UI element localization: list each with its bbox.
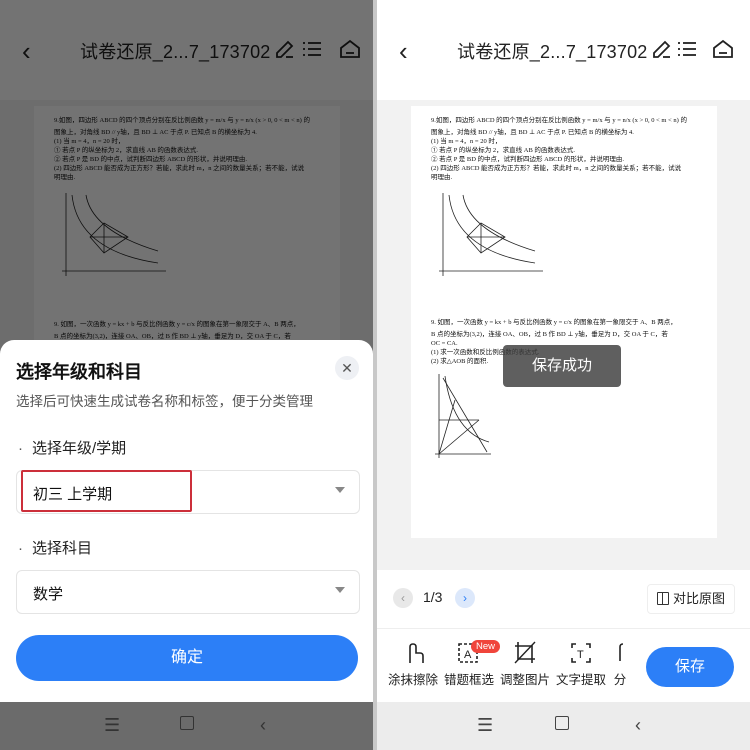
list-icon[interactable] xyxy=(675,37,699,61)
left-screen: ‹ 试卷还原_2...7_173702 9.如图，四边形 ABCD 的四个顶点分… xyxy=(0,0,373,750)
crop-icon xyxy=(514,641,536,664)
function-graph-figure xyxy=(439,193,543,276)
caret-down-icon xyxy=(335,587,345,593)
save-button[interactable]: 保存 xyxy=(646,647,734,687)
paper-preview-area: 9.如图，四边形 ABCD 的四个顶点分别在反比例函数 y = m/x 与 y … xyxy=(377,100,750,570)
system-nav-bar: ☰ ‹ xyxy=(0,702,373,750)
document-title: 试卷还原_2...7_173702 xyxy=(457,42,648,62)
grade-section-label: · 选择年级/学期 xyxy=(18,440,127,457)
paper-text: ① 若点 P 的纵坐标为 2，求直线 AB 的函数表达式. xyxy=(431,147,576,154)
paper-text: 9.如图，四边形 ABCD 的四个顶点分别在反比例函数 y = m/x 与 y … xyxy=(431,117,687,124)
paper-text: OC = CA. xyxy=(431,340,458,347)
hand-pointer-icon xyxy=(409,643,424,663)
highlight-annotation-box xyxy=(21,470,192,512)
paper-text: 明理由. xyxy=(431,174,453,181)
back-button[interactable]: ‹ xyxy=(399,38,408,64)
prev-page-button[interactable]: ‹ xyxy=(393,588,413,608)
save-success-toast: 保存成功 xyxy=(503,345,621,387)
triangle-back-icon[interactable]: ‹ xyxy=(260,715,266,736)
exam-paper: 9.如图，四边形 ABCD 的四个顶点分别在反比例函数 y = m/x 与 y … xyxy=(411,106,717,538)
smear-erase-tool[interactable]: 涂抹擦除 xyxy=(386,639,440,688)
sheet-title: 选择年级和科目 xyxy=(16,362,142,382)
subject-section-label: · 选择科目 xyxy=(18,540,93,557)
paper-text: ② 若点 P 是 BD 的中点，试判断四边形 ABCD 的形状，并说明理由. xyxy=(431,156,624,163)
confirm-button[interactable]: 确定 xyxy=(16,635,358,681)
next-page-button[interactable]: › xyxy=(455,588,475,608)
menu-icon[interactable]: ☰ xyxy=(104,715,120,736)
text-extract-tool[interactable]: T 文字提取 xyxy=(554,639,608,688)
caret-down-icon xyxy=(335,487,345,493)
bottom-toolbar: 涂抹擦除 A 错题框选 New 调整图片 T 文字提取 分 保存 xyxy=(377,628,750,703)
paper-text: (1) 当 m = 4，n = 20 时， xyxy=(431,138,502,145)
svg-text:T: T xyxy=(577,649,584,661)
pencil-icon[interactable] xyxy=(650,37,674,61)
paper-text: (2) 四边形 ABCD 能否成为正方形？若能，求此时 m，n 之间的数量关系；… xyxy=(431,165,682,172)
split-icon xyxy=(619,643,624,661)
new-badge: New xyxy=(471,640,501,653)
sheet-subtitle: 选择后可快速生成试卷名称和标签，便于分类管理 xyxy=(16,394,313,409)
adjust-image-tool[interactable]: 调整图片 xyxy=(498,639,552,688)
paper-text: B 点的坐标为(3,2)，连接 OA、OB，过 B 作 BD ⊥ y轴，垂足为 … xyxy=(431,331,668,338)
paper-text: 9. 如图，一次函数 y = kx + b 与反比例函数 y = c/x 的图象… xyxy=(431,319,677,326)
home-icon[interactable] xyxy=(711,37,735,61)
subject-select[interactable]: 数学 xyxy=(16,570,360,614)
menu-icon[interactable]: ☰ xyxy=(477,715,493,736)
triangle-back-icon[interactable]: ‹ xyxy=(635,715,641,736)
page-indicator: 1/3 xyxy=(423,589,443,605)
system-nav-bar: ☰ ‹ xyxy=(377,702,750,750)
subject-select-value: 数学 xyxy=(33,586,64,603)
compare-original-button[interactable]: 对比原图 xyxy=(647,584,735,614)
split-view-icon xyxy=(656,592,669,605)
square-home-icon[interactable] xyxy=(555,716,569,730)
square-home-icon[interactable] xyxy=(180,716,194,730)
right-screen: ‹ 试卷还原_2...7_173702 9.如图，四边形 ABCD 的四个顶点分… xyxy=(377,0,750,750)
paper-text: 图象上，对角线 BD // y轴，且 BD ⊥ AC 于点 P. 已知点 B 的… xyxy=(431,129,634,136)
text-extract-icon: T xyxy=(571,643,591,663)
split-tool[interactable]: 分 xyxy=(605,639,635,688)
grade-subject-sheet: 选择年级和科目 ✕ 选择后可快速生成试卷名称和标签，便于分类管理 · 选择年级/学… xyxy=(0,340,373,702)
top-bar: ‹ 试卷还原_2...7_173702 xyxy=(377,0,750,100)
svg-text:A: A xyxy=(464,649,472,661)
close-icon[interactable]: ✕ xyxy=(335,356,359,380)
paper-text: (2) 求△AOB 的面积. xyxy=(431,358,489,365)
